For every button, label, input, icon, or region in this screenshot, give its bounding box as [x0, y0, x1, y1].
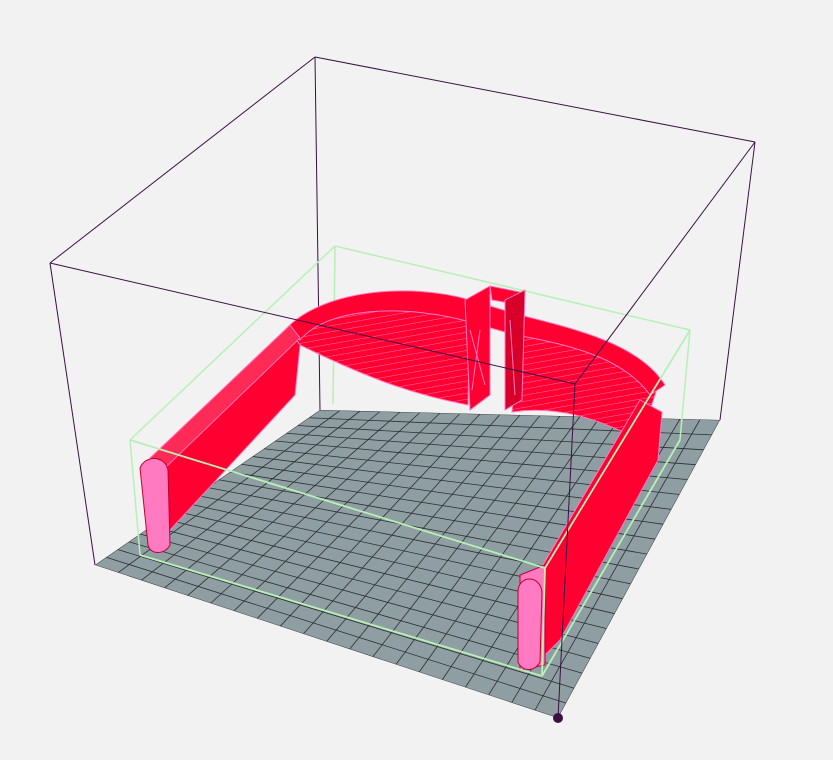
origin-marker [553, 713, 563, 723]
3d-viewport[interactable] [0, 0, 833, 760]
model-right-end-post [517, 578, 543, 670]
viewport-canvas[interactable] [0, 0, 833, 760]
model-center-tower [464, 285, 526, 411]
